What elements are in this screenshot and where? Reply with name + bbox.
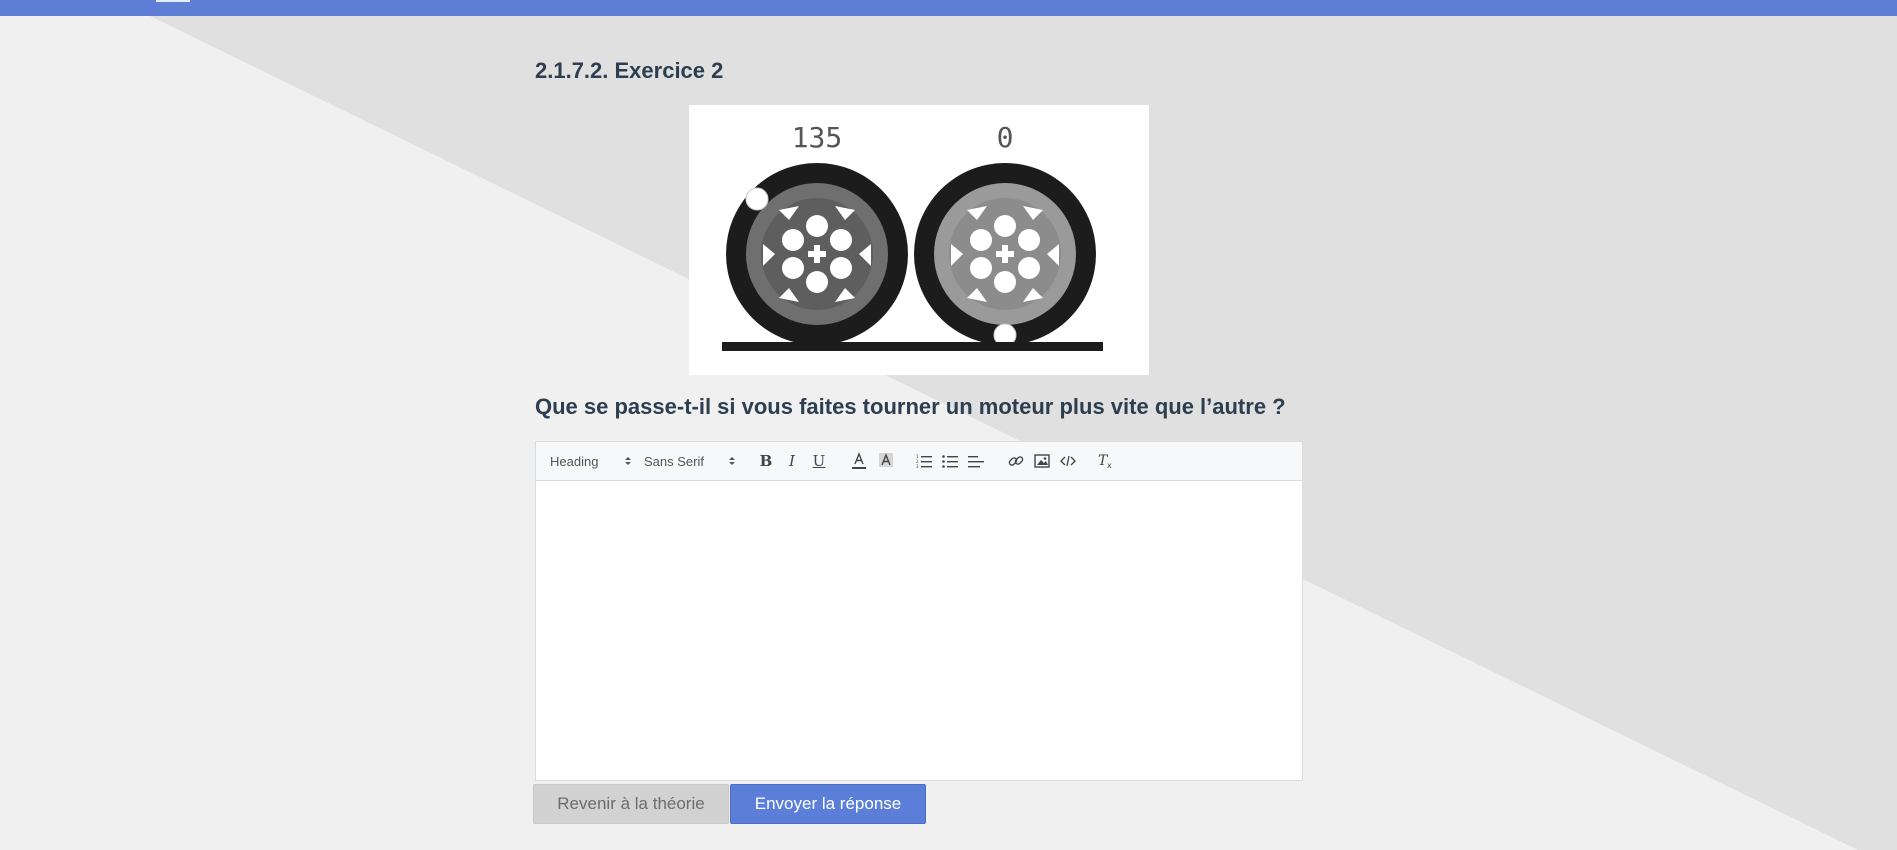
link-icon[interactable] (1004, 442, 1028, 480)
text-color-icon[interactable] (846, 442, 872, 480)
left-wheel (726, 163, 908, 345)
bold-icon[interactable]: B (754, 442, 778, 480)
clear-format-icon[interactable]: T x (1093, 442, 1119, 480)
answer-editor-area[interactable] (536, 481, 1302, 779)
italic-icon[interactable]: I (780, 442, 804, 480)
top-bar (0, 0, 1897, 16)
ordered-list-icon[interactable]: 1 2 3 (912, 442, 936, 480)
left-wheel-value: 135 (792, 121, 843, 154)
font-picker[interactable]: Sans Serif (644, 442, 736, 480)
wheels-figure: 135 0 (689, 105, 1149, 375)
font-picker-label: Sans Serif (644, 453, 704, 469)
question-text: Que se passe-t-il si vous faites tourner… (535, 394, 1286, 419)
svg-text:x: x (1107, 461, 1112, 469)
heading-picker-label: Heading (550, 453, 599, 469)
menu-tab-indicator[interactable] (156, 0, 190, 2)
background-color-icon[interactable] (873, 442, 899, 480)
submit-answer-button[interactable]: Envoyer la réponse (730, 784, 926, 824)
image-icon[interactable] (1030, 442, 1054, 480)
code-icon[interactable] (1056, 442, 1080, 480)
heading-picker[interactable]: Heading (550, 442, 632, 480)
rich-text-editor: Heading Sans Serif B I U 1 2 3 T x (535, 441, 1303, 781)
bullet-list-icon[interactable] (938, 442, 962, 480)
exercise-title: 2.1.7.2. Exercice 2 (535, 58, 724, 83)
underline-icon[interactable]: U (807, 442, 831, 480)
ground-line (722, 342, 1103, 351)
heading-picker-arrows-icon (625, 457, 631, 465)
align-icon[interactable] (964, 442, 988, 480)
right-wheel-value: 0 (997, 121, 1014, 154)
back-to-theory-button[interactable]: Revenir à la théorie (533, 784, 729, 824)
right-wheel (914, 163, 1096, 347)
font-picker-arrows-icon (729, 457, 735, 465)
svg-text:3: 3 (916, 464, 919, 468)
editor-toolbar: Heading Sans Serif B I U 1 2 3 T x (536, 442, 1302, 481)
